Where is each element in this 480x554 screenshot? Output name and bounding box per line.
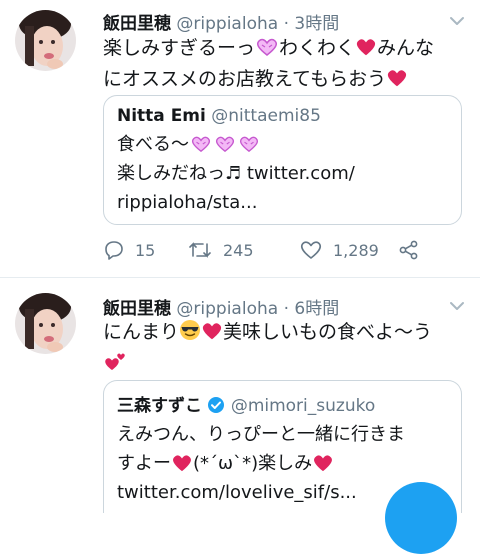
quoted-user-handle: @nittaemi85 <box>211 106 321 126</box>
quoted-text-line: 楽しみだねっ♬ twitter.com/ <box>117 163 355 184</box>
retweet-count: 245 <box>223 240 254 260</box>
retweet-button[interactable]: 245 <box>187 239 254 261</box>
timestamp[interactable]: 6時間 <box>294 299 339 319</box>
separator-dot: · <box>283 299 289 319</box>
share-icon <box>399 240 418 260</box>
tweet-text-part: 楽しみすぎるーっ <box>103 37 256 59</box>
tweet-text-part: にんまり <box>103 321 180 343</box>
like-count: 1,289 <box>333 240 379 260</box>
user-handle[interactable]: @rippialoha <box>176 14 278 34</box>
display-name[interactable]: 飯田里穂 <box>103 299 171 319</box>
red-heart-icon <box>202 323 222 340</box>
compose-fab[interactable] <box>385 482 457 554</box>
quoted-tweet-header: Nitta Emi @nittaemi85 <box>117 106 447 126</box>
like-icon <box>300 241 322 259</box>
red-heart-icon <box>173 455 191 472</box>
tweet-text: にんまり 美味しいもの食べよ〜う <box>103 317 475 379</box>
purple-heart-icon <box>256 38 278 56</box>
share-button[interactable] <box>398 239 430 261</box>
quoted-link[interactable]: twitter.com/lovelive_sif/s... <box>117 482 357 503</box>
sunglasses-emoji-icon <box>180 320 201 340</box>
quoted-text-line: 食べる〜 <box>117 134 189 155</box>
tweet-text-part: みんな <box>377 37 435 59</box>
tweet-actions: 15 245 1,289 <box>103 239 433 263</box>
quoted-text-line: すよー <box>117 453 171 474</box>
like-button[interactable]: 1,289 <box>299 239 379 261</box>
separator-dot: · <box>283 14 289 34</box>
quoted-text-line: (*´ω`*)楽しみ <box>193 453 313 474</box>
tweet-text-part: 美味しいもの食べよ〜う <box>223 321 433 343</box>
timestamp[interactable]: 3時間 <box>294 14 339 34</box>
reply-icon <box>105 241 123 260</box>
quoted-link[interactable]: rippialoha/sta... <box>117 192 257 213</box>
chevron-down-icon[interactable] <box>448 12 466 30</box>
red-heart-icon <box>314 455 333 472</box>
quoted-user-handle: @mimori_suzuko <box>230 396 376 416</box>
quoted-text-line: えみつん、りっぴーと一緒に行きま <box>117 424 405 445</box>
avatar[interactable] <box>15 293 76 354</box>
purple-heart-icon <box>191 136 211 153</box>
purple-heart-icon <box>215 136 235 153</box>
user-handle[interactable]: @rippialoha <box>176 299 278 319</box>
quoted-tweet-text: 食べる〜 楽しみだねっ♬ twitter.com/ rippialoha/sta… <box>117 130 447 217</box>
red-heart-icon <box>356 39 376 56</box>
avatar[interactable] <box>15 10 76 71</box>
tweet-text-part: にオススメのお店教えてもらおう <box>103 68 387 90</box>
tweet-text: 楽しみすぎるーっ わくわく みんなにオススメのお店教えてもらおう <box>103 33 475 95</box>
chevron-down-icon[interactable] <box>448 297 466 315</box>
tweet-header: 飯田里穂 @rippialoha · 6時間 <box>103 294 339 319</box>
quoted-display-name: 三森すずこ <box>117 396 202 416</box>
tweet-text-part: わくわく <box>279 37 356 59</box>
reply-button[interactable]: 15 <box>103 239 155 261</box>
tweet-1[interactable]: 飯田里穂 @rippialoha · 3時間 楽しみすぎるーっ わくわく みんなにオ… <box>0 0 480 277</box>
quoted-tweet[interactable]: Nitta Emi @nittaemi85 食べる〜 楽しみだねっ♬ twitt… <box>103 95 462 225</box>
reply-count: 15 <box>135 240 156 260</box>
tweet-header: 飯田里穂 @rippialoha · 3時間 <box>103 9 339 34</box>
quoted-tweet-header: 三森すずこ @mimori_suzuko <box>117 391 447 416</box>
retweet-icon <box>189 242 211 258</box>
display-name[interactable]: 飯田里穂 <box>103 14 171 34</box>
sparkling-hearts-icon <box>105 353 125 370</box>
quoted-display-name: Nitta Emi <box>117 106 206 126</box>
tweet-2[interactable]: 飯田里穂 @rippialoha · 6時間 にんまり 美味しいもの食べよ〜う 三… <box>0 278 480 513</box>
red-heart-icon <box>388 70 407 87</box>
verified-badge-icon <box>208 397 225 413</box>
purple-heart-icon <box>239 136 259 153</box>
